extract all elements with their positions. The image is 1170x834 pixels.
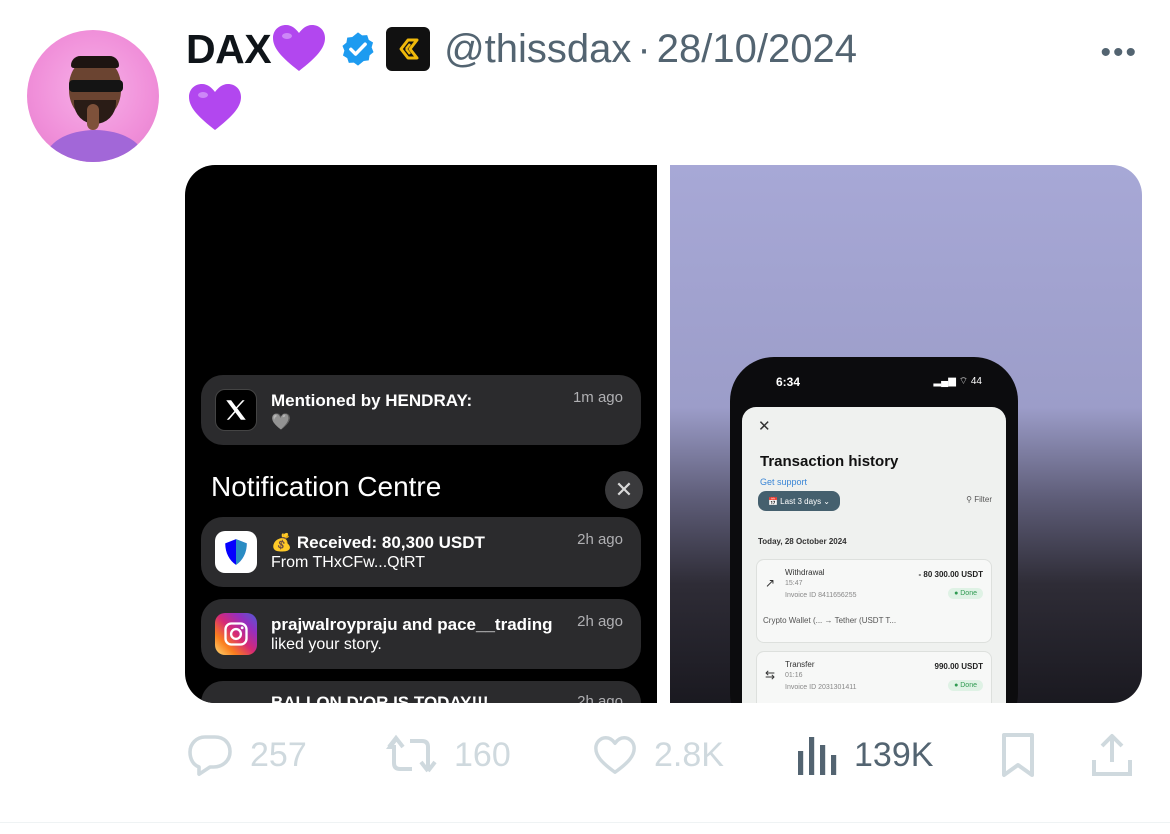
transaction-route: Crypto Wallet (... → Tether (USDT T... [763,616,897,625]
notification-ballon-dor: BALLON D'OR IS TODAY!!! 2h ago [201,681,641,703]
bookmark-icon [1002,733,1034,777]
notification-time: 2h ago [577,613,623,630]
transaction-time: 01:16 [785,672,803,679]
transaction-amount: 990.00 USDT [934,662,983,671]
bookmark-button[interactable] [998,728,1038,782]
transaction-invoice: Invoice ID 2031301411 [785,684,857,691]
verified-badge-icon[interactable] [339,30,377,68]
like-button[interactable]: 2.8K [592,728,724,782]
notification-body: liked your story. [271,636,382,653]
phone-status-icons: ▂▄▆ ⌔ 44 [933,376,982,387]
like-count: 2.8K [654,735,724,774]
phone-photo: 6:34 ▂▄▆ ⌔ 44 ✕ Transaction history Get … [730,357,1018,703]
screen-close-icon: ✕ [758,418,771,435]
media-image-transaction-history[interactable]: 6:34 ▂▄▆ ⌔ 44 ✕ Transaction history Get … [670,165,1142,703]
purple-heart-icon [189,84,241,130]
notification-received-usdt: 💰 Received: 80,300 USDT From THxCFw...Qt… [201,517,641,587]
notification-title: 💰 Received: 80,300 USDT [271,533,485,552]
affiliate-badge-icon[interactable] [386,27,431,71]
share-icon [1092,734,1132,776]
author-name[interactable]: DAX [186,26,272,73]
x-app-icon [215,389,257,431]
notification-title: Mentioned by HENDRAY: [271,391,473,410]
views-chart-icon [798,737,837,775]
notification-time: 2h ago [577,531,623,548]
tweet-text [187,82,243,139]
avatar-shirt [45,130,145,162]
avatar[interactable] [27,30,159,162]
transaction-status: ● Done [948,680,983,691]
media-image-notifications[interactable]: Mentioned by HENDRAY: 🩶 1m ago Notificat… [185,165,657,703]
transaction-card: ↗ Withdrawal 15:47 Invoice ID 8411656255… [756,559,992,643]
transfer-icon: ⇆ [765,668,776,682]
close-icon[interactable]: ✕ [605,471,643,509]
views-button[interactable]: 139K [796,728,933,782]
reply-button[interactable]: 257 [186,728,307,782]
day-header: Today, 28 October 2024 [758,537,847,546]
tweet-media[interactable]: Mentioned by HENDRAY: 🩶 1m ago Notificat… [185,165,1142,703]
tweet-date[interactable]: 28/10/2024 [657,27,857,72]
purple-heart-icon [273,25,326,71]
withdrawal-icon: ↗ [765,576,776,590]
heart-outline-icon [594,736,636,774]
divider [0,822,1170,823]
phone-status-time: 6:34 [776,375,801,389]
repost-count: 160 [454,735,511,774]
header-separator: · [637,26,651,71]
author-handle[interactable]: @thissdax [444,27,631,72]
reply-icon [188,735,232,776]
notification-time: 1m ago [572,389,623,406]
instagram-icon [215,613,257,655]
share-button[interactable] [1090,728,1134,782]
notification-title: prajwalroypraju and pace__trading [271,615,553,634]
notification-body: From THxCFw...QtRT [271,554,426,571]
views-count: 139K [854,735,934,774]
transaction-type: Transfer [785,660,815,669]
notification-title: BALLON D'OR IS TODAY!!! [271,693,489,703]
date-filter-chip: 📅 Last 3 days ⌄ [758,491,840,511]
transaction-amount: - 80 300.00 USDT [918,570,983,579]
transaction-history-title: Transaction history [760,453,899,470]
transaction-card: ⇆ Transfer 01:16 Invoice ID 2031301411 9… [756,651,992,703]
repost-button[interactable]: 160 [386,728,511,782]
transaction-time: 15:47 [785,580,803,587]
avatar-hand [87,104,99,130]
notification-x-mention: Mentioned by HENDRAY: 🩶 1m ago [201,375,641,445]
notification-time: 2h ago [577,693,623,703]
avatar-sunglasses [69,80,123,92]
more-horizontal-icon[interactable]: ••• [1100,36,1138,70]
reply-count: 257 [250,735,307,774]
get-support-link: Get support [760,477,808,487]
notification-centre-title: Notification Centre [211,471,442,502]
tweet-header: DAX @thissdax · 28/10/2024 [186,25,857,73]
avatar-hair [71,56,119,68]
trust-wallet-icon [215,531,257,573]
phone-screen: ✕ Transaction history Get support 📅 Last… [742,407,1006,703]
affiliate-logo-icon [399,38,419,60]
notification-instagram-like: prajwalroypraju and pace__trading liked … [201,599,641,669]
transaction-status: ● Done [948,588,983,599]
notification-body: 🩶 [271,414,291,431]
repost-icon [386,734,437,773]
transaction-invoice: Invoice ID 8411656255 [785,592,857,599]
transaction-type: Withdrawal [785,568,825,577]
filter-button: ⚲ Filter [966,495,992,504]
tweet-actions: 257 160 2.8K 139K [0,728,1170,782]
